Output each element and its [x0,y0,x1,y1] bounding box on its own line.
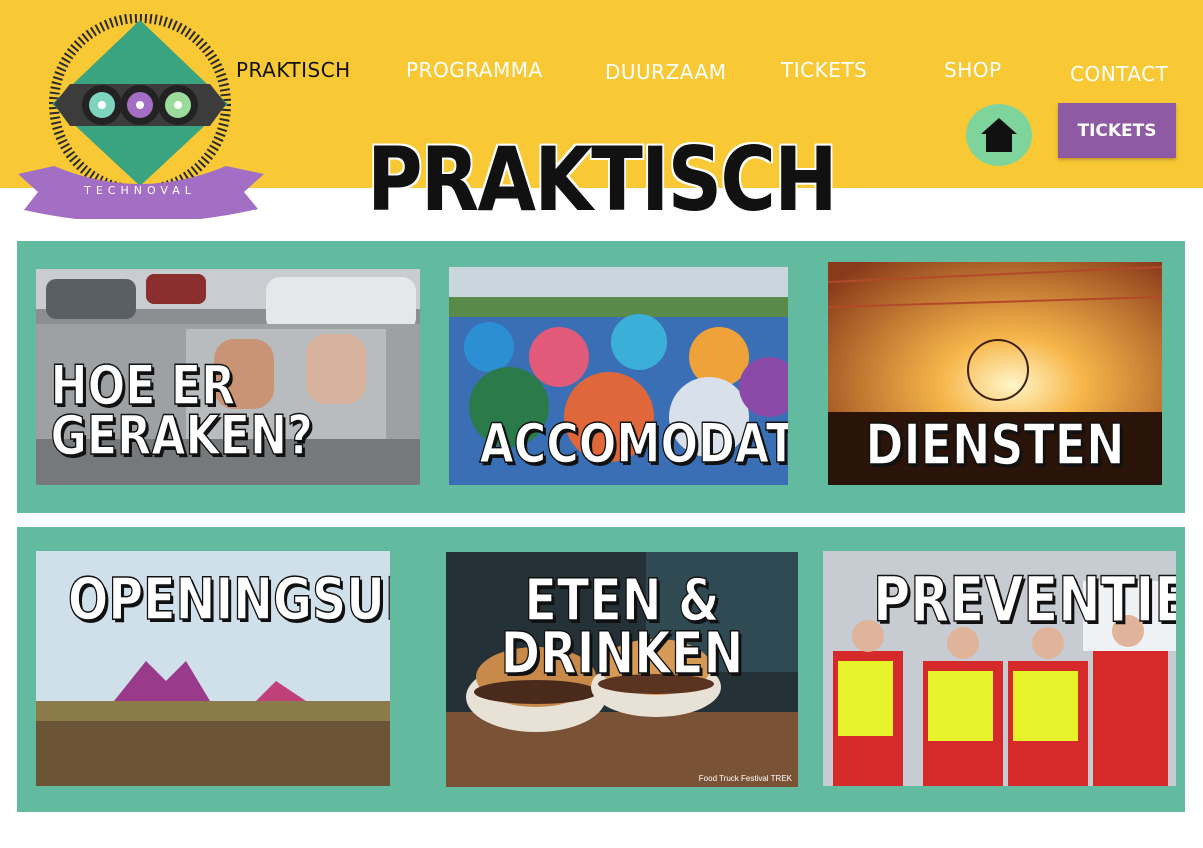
nav-shop[interactable]: SHOP [944,58,1002,82]
nav-programma[interactable]: PROGRAMMA [406,58,543,82]
photo-credit: Food Truck Festival TREK [698,774,792,783]
card-openingsuren[interactable]: OPENINGSUREN [36,551,390,786]
home-icon [981,118,1017,152]
card-diensten[interactable]: DIENSTEN [828,262,1162,485]
card-label: ACCOMODATIES [479,412,788,475]
card-label: DIENSTEN [865,413,1125,478]
technoval-logo-icon: TECHNOVAL [18,13,264,223]
card-hoe-er-geraken[interactable]: HOE ER GERAKEN? [36,269,420,485]
card-accomodaties[interactable]: ACCOMODATIES [449,267,788,485]
technoval-logo[interactable]: TECHNOVAL [14,13,269,223]
card-eten-drinken[interactable]: ETEN & DRINKEN Food Truck Festival TREK [446,552,798,787]
nav-praktisch[interactable]: PRAKTISCH [236,58,351,82]
logo-text: TECHNOVAL [83,184,196,197]
card-label: ETEN & DRINKEN [500,566,744,688]
nav-contact[interactable]: CONTACT [1070,62,1168,86]
nav-tickets[interactable]: TICKETS [781,58,867,82]
home-button[interactable] [966,104,1032,166]
nav-duurzaam[interactable]: DUURZAAM [605,60,726,84]
card-label: HOE ER GERAKEN? [50,354,314,467]
card-label: PREVENTIE [872,563,1176,636]
tickets-button[interactable]: TICKETS [1058,103,1176,158]
page-title: PRAKTISCH [367,128,837,231]
card-label: OPENINGSUREN [67,565,390,633]
card-preventie[interactable]: PREVENTIE [823,551,1176,786]
